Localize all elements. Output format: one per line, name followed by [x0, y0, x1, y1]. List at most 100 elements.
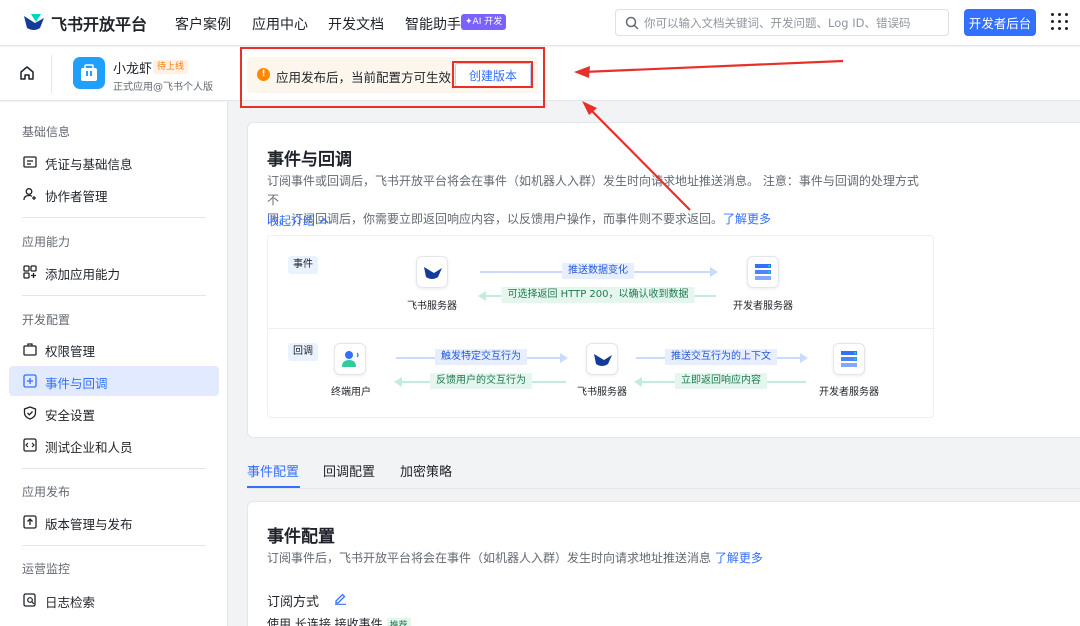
feishu-server-node — [586, 343, 618, 375]
briefcase-icon — [81, 64, 97, 81]
sidebar-item-test-tenants[interactable]: 测试企业和人员 — [9, 430, 219, 460]
collapse-label: 收起介绍 — [267, 214, 316, 228]
sidebar-item-credentials[interactable]: 凭证与基础信息 — [9, 147, 219, 177]
event-icon — [23, 374, 37, 388]
log-search-icon — [23, 593, 36, 607]
subscribe-method-label: 订阅方式 — [267, 595, 320, 610]
active-tab-indicator — [247, 486, 300, 488]
sidebar-divider — [22, 468, 206, 469]
arrow-label: 推送交互行为的上下文 — [665, 349, 777, 365]
subscription-mode-text: 使用 长连接 接收事件 — [267, 617, 383, 626]
page-title: 事件与回调 — [267, 150, 352, 170]
sidebar-item-security[interactable]: 安全设置 — [9, 398, 219, 428]
sidebar-item-label: 权限管理 — [45, 344, 96, 359]
brand-logo[interactable]: 飞书开放平台 — [22, 11, 147, 35]
return-arrow: 可选择返回 HTTP 200，以确认收到数据 — [478, 287, 716, 303]
sidebar-item-add-capability[interactable]: 添加应用能力 — [9, 257, 219, 287]
developer-console-button[interactable]: 开发者后台 — [964, 9, 1036, 36]
sidebar: 基础信息 凭证与基础信息 协作者管理 应用能力 添加应用能力 开发配置 权限管理… — [0, 102, 228, 626]
flow-diagram: 事件 飞书服务器 推送数据变化 可选择返回 HTTP 200，以确认收到数据 开… — [267, 235, 935, 418]
edit-icon[interactable] — [334, 592, 347, 605]
sidebar-divider — [22, 217, 206, 218]
app-avatar — [73, 57, 105, 89]
sidebar-item-permissions[interactable]: 权限管理 — [9, 334, 219, 364]
node-label: 飞书服务器 — [577, 387, 627, 398]
node-label: 开发者服务器 — [733, 301, 793, 312]
tab-callback-config[interactable]: 回调配置 — [323, 461, 375, 480]
sidebar-item-version-release[interactable]: 版本管理与发布 — [9, 507, 219, 537]
feishu-logo-icon — [594, 354, 612, 366]
sidebar-group-title: 基础信息 — [22, 125, 71, 139]
event-config-desc-text: 订阅事件后，飞书开放平台将会在事件（如机器人入群）发生时向请求地址推送消息 — [267, 551, 712, 565]
arrow-label: 推送数据变化 — [562, 263, 634, 279]
server-icon — [755, 264, 771, 280]
user-icon — [342, 351, 359, 367]
feishu-logo-icon — [424, 267, 442, 279]
learn-more-link[interactable]: 了解更多 — [715, 551, 763, 565]
server-icon — [841, 351, 857, 367]
developer-server-node — [833, 343, 865, 375]
sidebar-item-log-search[interactable]: 日志检索 — [9, 585, 219, 615]
end-user-node — [334, 343, 366, 375]
learn-more-link[interactable]: 了解更多 — [723, 212, 771, 226]
sidebar-item-label: 事件与回调 — [45, 376, 108, 391]
chevron-up-icon — [319, 217, 329, 224]
upload-box-icon — [23, 515, 37, 529]
annotation-arrowhead — [582, 101, 597, 115]
id-card-icon — [23, 156, 37, 168]
ai-dev-badge: ✦AI 开发 — [461, 14, 507, 30]
intro-description: 订阅事件或回调后，飞书开放平台将会在事件（如机器人入群）发生时向请求地址推送消息… — [267, 172, 927, 229]
developer-server-node — [747, 256, 779, 288]
sidebar-item-label: 添加应用能力 — [45, 267, 121, 282]
app-subtitle: 正式应用@飞书个人版 — [113, 82, 213, 93]
sidebar-item-label: 测试企业和人员 — [45, 440, 133, 455]
arrow-label: 立即返回响应内容 — [675, 373, 767, 389]
sidebar-item-label: 日志检索 — [45, 595, 96, 610]
diagram-divider — [268, 328, 935, 329]
response-arrow: 立即返回响应内容 — [634, 373, 806, 389]
push-arrow: 推送数据变化 — [480, 263, 718, 279]
sidebar-item-label: 协作者管理 — [45, 189, 108, 204]
sidebar-group-title: 应用发布 — [22, 485, 71, 499]
sidebar-divider — [22, 295, 206, 296]
subscription-mode-line: 使用 长连接 接收事件 推荐 — [267, 615, 411, 626]
sidebar-item-label: 安全设置 — [45, 408, 96, 423]
section-title: 事件配置 — [267, 527, 335, 547]
search-box[interactable] — [615, 9, 949, 36]
sidebar-group-title: 运营监控 — [22, 562, 71, 576]
collapse-intro-toggle[interactable]: 收起介绍 — [267, 212, 329, 229]
arrow-label: 反馈用户的交互行为 — [430, 373, 532, 389]
sidebar-divider — [22, 545, 206, 546]
shield-icon — [23, 406, 37, 420]
sidebar-item-label: 版本管理与发布 — [45, 517, 133, 532]
sidebar-item-collaborators[interactable]: 协作者管理 — [9, 179, 219, 209]
event-config-description: 订阅事件后，飞书开放平台将会在事件（如机器人入群）发生时向请求地址推送消息 了解… — [267, 549, 967, 568]
intro-desc-line: 同。订阅回调后，你需要立即返回响应内容，以反馈用户操作，而事件则不要求返回。 — [267, 212, 724, 226]
app-grid-icon[interactable] — [1051, 13, 1069, 31]
nav-app-center[interactable]: 应用中心 — [252, 14, 308, 34]
feishu-logo-icon — [24, 14, 44, 30]
apps-add-icon — [23, 265, 37, 279]
user-add-icon — [23, 188, 36, 201]
feishu-server-node — [416, 256, 448, 288]
sidebar-group-title: 应用能力 — [22, 235, 71, 249]
tab-encryption[interactable]: 加密策略 — [400, 461, 452, 480]
tab-event-config[interactable]: 事件配置 — [247, 461, 299, 480]
event-tag: 事件 — [288, 256, 318, 274]
brand-name: 飞书开放平台 — [51, 15, 148, 34]
node-label: 开发者服务器 — [819, 387, 879, 398]
sidebar-item-events-callbacks[interactable]: 事件与回调 — [9, 366, 219, 396]
search-icon — [625, 16, 639, 30]
sidebar-item-label: 凭证与基础信息 — [45, 157, 133, 172]
nav-dev-docs[interactable]: 开发文档 — [328, 14, 384, 34]
search-input[interactable] — [644, 14, 944, 32]
app-name: 小龙虾 — [113, 62, 153, 77]
node-label: 飞书服务器 — [407, 301, 457, 312]
nav-ai-assistant[interactable]: 智能助手 — [405, 14, 461, 34]
nav-customer-cases[interactable]: 客户案例 — [175, 14, 231, 34]
home-icon[interactable] — [19, 65, 35, 81]
status-badge: 待上线 — [153, 60, 189, 74]
intro-desc-line: 订阅事件或回调后，飞书开放平台将会在事件（如机器人入群）发生时向请求地址推送消息… — [267, 174, 919, 207]
sidebar-group-title: 开发配置 — [22, 313, 71, 327]
arrow-label: 可选择返回 HTTP 200，以确认收到数据 — [501, 287, 695, 303]
